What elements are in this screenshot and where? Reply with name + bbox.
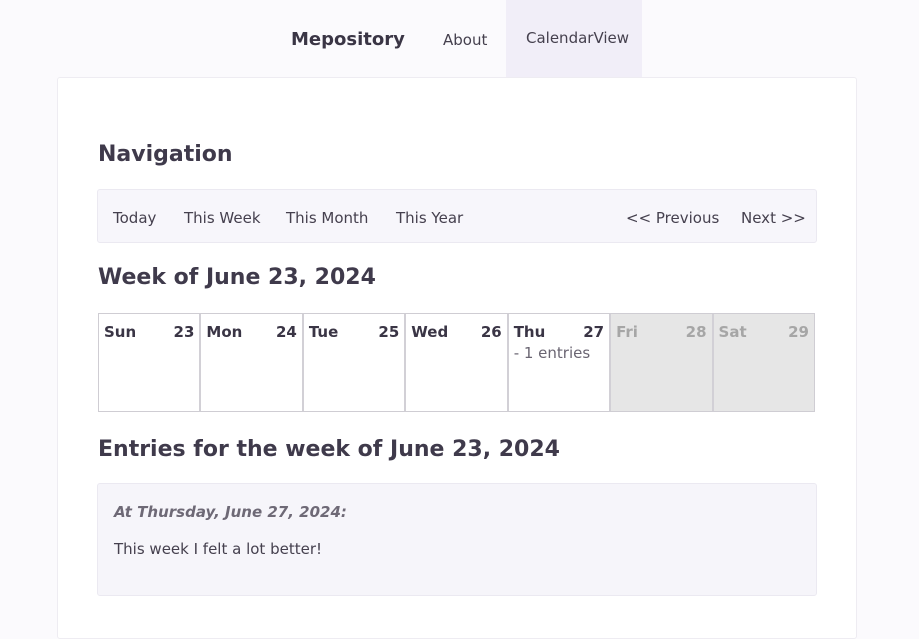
week-calendar: Sun 23 Mon 24 Tue 25 Wed 26 Thu 27 - 1 e…	[98, 313, 815, 412]
day-name: Mon	[206, 323, 243, 341]
day-cell-wed[interactable]: Wed 26	[406, 314, 509, 411]
entries-heading: Entries for the week of June 23, 2024	[98, 437, 560, 462]
entry-card: At Thursday, June 27, 2024: This week I …	[97, 483, 817, 596]
this-month-link[interactable]: This Month	[286, 209, 368, 227]
day-name: Sat	[718, 323, 747, 341]
day-number: 29	[788, 323, 809, 341]
nav-tab-calendarview-active[interactable]: CalendarView	[506, 0, 642, 77]
day-cell-mon[interactable]: Mon 24	[201, 314, 304, 411]
day-number: 27	[583, 323, 605, 341]
this-year-link[interactable]: This Year	[396, 209, 463, 227]
day-number: 25	[378, 323, 400, 341]
top-nav: Mepository About CalendarView	[0, 0, 919, 77]
navigation-bar: Today This Week This Month This Year << …	[97, 189, 817, 243]
nav-link-calendarview[interactable]: CalendarView	[526, 29, 629, 47]
week-heading: Week of June 23, 2024	[98, 265, 376, 290]
entry-text: This week I felt a lot better!	[114, 540, 322, 558]
day-name: Thu	[513, 323, 546, 341]
next-link[interactable]: Next >>	[741, 209, 806, 227]
day-number: 23	[173, 323, 195, 341]
day-number: 28	[685, 323, 707, 341]
day-cell-tue[interactable]: Tue 25	[303, 314, 407, 411]
day-number: 24	[275, 323, 297, 341]
day-name: Sun	[104, 323, 137, 341]
navigation-heading: Navigation	[98, 142, 233, 167]
day-cell-sun[interactable]: Sun 23	[99, 314, 202, 411]
nav-link-about[interactable]: About	[443, 31, 487, 49]
day-name: Tue	[308, 323, 339, 341]
brand-logo[interactable]: Mepository	[291, 29, 405, 50]
entry-date: At Thursday, June 27, 2024:	[114, 503, 347, 521]
day-entries-count[interactable]: - 1 entries	[514, 344, 591, 362]
day-cell-fri: Fri 28	[611, 314, 714, 411]
this-week-link[interactable]: This Week	[184, 209, 261, 227]
day-name: Fri	[616, 323, 638, 341]
day-number: 26	[480, 323, 502, 341]
day-name: Wed	[411, 323, 449, 341]
day-cell-thu[interactable]: Thu 27 - 1 entries	[508, 314, 612, 411]
day-cell-sat: Sat 29	[713, 314, 814, 411]
today-link[interactable]: Today	[113, 209, 156, 227]
previous-link[interactable]: << Previous	[626, 209, 719, 227]
